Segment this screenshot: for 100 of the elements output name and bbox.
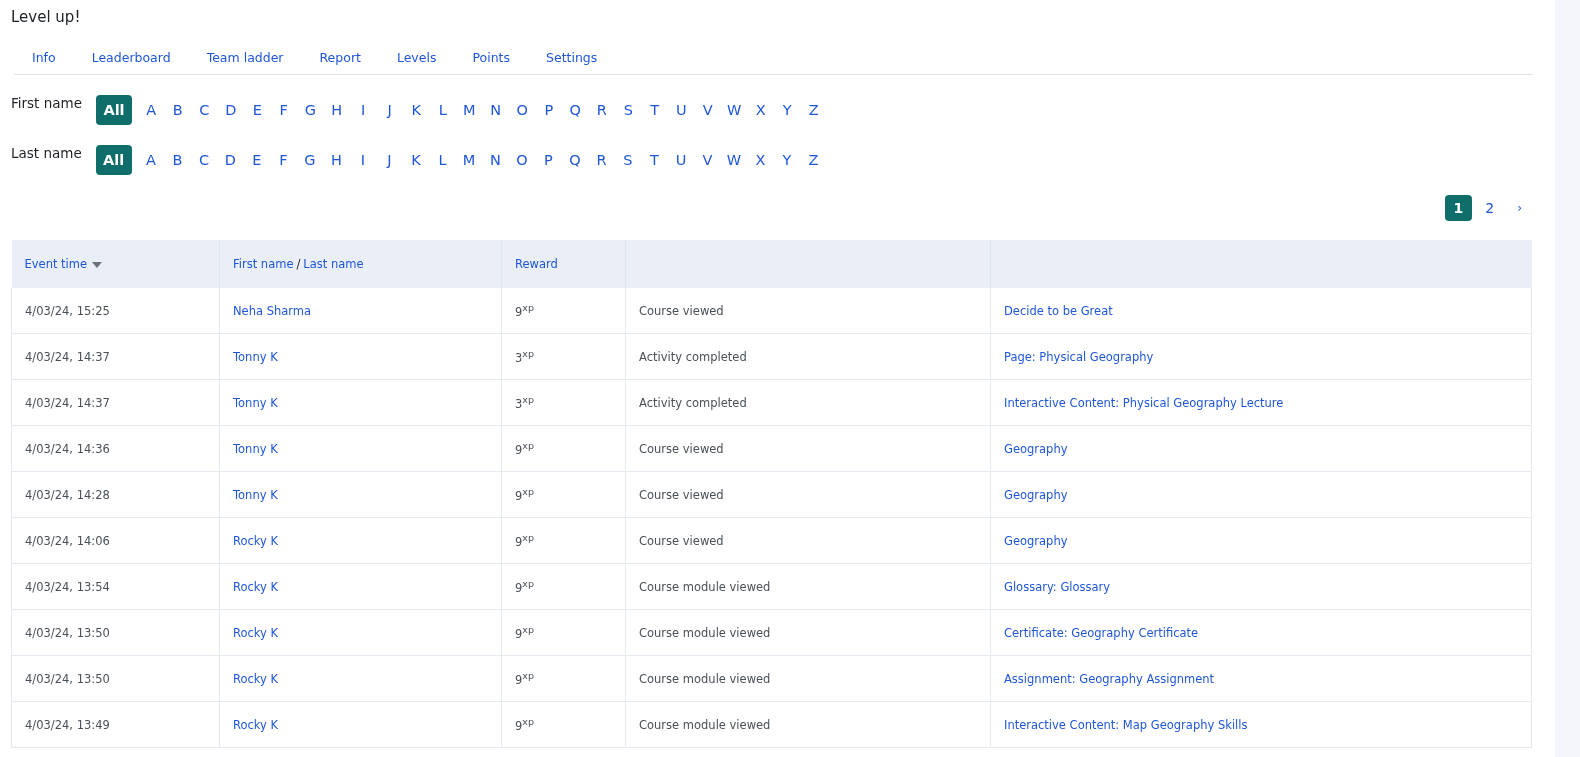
tab[interactable]: Points — [454, 42, 528, 74]
letter-filter[interactable]: S — [614, 152, 642, 168]
letter-filter[interactable]: P — [535, 102, 562, 118]
letter-filter[interactable]: V — [694, 152, 721, 168]
tab[interactable]: Team ladder — [188, 42, 302, 74]
letter-filter[interactable]: X — [747, 102, 774, 118]
context-link[interactable]: Certificate: Geography Certificate — [1004, 625, 1199, 640]
event-time-sort-link[interactable]: Event time — [24, 257, 88, 271]
letter-filter[interactable]: G — [296, 152, 324, 168]
letter-filter[interactable]: B — [164, 152, 191, 168]
next-page-link[interactable]: › — [1507, 197, 1532, 219]
letter-filter[interactable]: Z — [800, 102, 827, 118]
letter-filter[interactable]: Q — [562, 102, 589, 118]
letter-filter[interactable]: V — [694, 102, 721, 118]
letter-filter[interactable]: U — [667, 152, 695, 168]
letter-filter[interactable]: All — [95, 145, 132, 175]
letter-filter[interactable]: L — [429, 152, 456, 168]
letter-filter[interactable]: O — [508, 152, 536, 168]
context-link[interactable]: Geography — [1004, 441, 1068, 456]
letter-filter[interactable]: K — [402, 152, 430, 168]
reward-sort-link[interactable]: Reward — [515, 257, 558, 271]
header-separator: / — [296, 257, 301, 271]
user-link[interactable]: Rocky K — [233, 671, 279, 686]
letter-filter[interactable]: T — [641, 152, 668, 168]
letter-filter[interactable]: S — [615, 102, 642, 118]
letter-filter[interactable]: P — [535, 152, 562, 168]
table-cell: 9$^{xp}$ — [501, 609, 626, 656]
letter-filter[interactable]: J — [376, 152, 403, 168]
letter-filter[interactable]: All — [96, 95, 132, 125]
letter-filter[interactable]: E — [243, 152, 271, 168]
letter-filter[interactable]: M — [456, 102, 483, 118]
letter-filter[interactable]: A — [137, 152, 165, 168]
tab[interactable]: Settings — [528, 42, 616, 74]
tab[interactable]: Levels — [378, 42, 455, 74]
context-link[interactable]: Glossary: Glossary — [1004, 579, 1111, 594]
letter-filter[interactable]: H — [323, 152, 350, 168]
page-link[interactable]: 1 — [1444, 195, 1473, 221]
context-link[interactable]: Page: Physical Geography — [1004, 349, 1154, 364]
user-link[interactable]: Rocky K — [233, 579, 279, 594]
letter-filter[interactable]: G — [297, 102, 324, 118]
tab[interactable]: Info — [14, 42, 74, 74]
letter-filter[interactable]: U — [668, 102, 695, 118]
letter-filter[interactable]: N — [482, 152, 509, 168]
table-cell: 4/03/24, 14:28 — [11, 471, 220, 518]
letter-filter[interactable]: W — [720, 152, 748, 168]
filter-label: First name — [11, 95, 82, 111]
letter-filter[interactable]: Z — [800, 152, 827, 168]
letter-filter[interactable]: C — [191, 102, 218, 118]
table-cell: 4/03/24, 13:49 — [11, 701, 220, 748]
letter-filter[interactable]: M — [455, 152, 483, 168]
letter-filter[interactable]: J — [376, 102, 403, 118]
letter-filter[interactable]: R — [588, 102, 615, 118]
table-cell: Course viewed — [625, 425, 991, 472]
table-cell: 3$^{xp}$ — [501, 333, 626, 380]
letter-filter[interactable]: Q — [561, 152, 589, 168]
user-link[interactable]: Tonny K — [233, 395, 278, 410]
context-link[interactable]: Geography — [1004, 533, 1068, 548]
letter-filter[interactable]: L — [429, 102, 456, 118]
context-link[interactable]: Interactive Content: Physical Geography Lecture — [1004, 395, 1284, 410]
user-link[interactable]: Rocky K — [233, 717, 279, 732]
user-link[interactable]: Rocky K — [233, 533, 279, 548]
letter-filter[interactable]: N — [482, 102, 509, 118]
letter-filter[interactable]: T — [641, 102, 668, 118]
letter-filter[interactable]: F — [270, 152, 297, 168]
user-link[interactable]: Tonny K — [233, 441, 278, 456]
letter-filter[interactable]: O — [509, 102, 536, 118]
table-cell: Activity completed — [625, 379, 991, 426]
letter-filter[interactable]: I — [349, 152, 377, 168]
letter-filter[interactable]: H — [323, 102, 350, 118]
letter-filter[interactable]: R — [588, 152, 615, 168]
table-cell: 4/03/24, 13:50 — [11, 655, 220, 702]
letter-filter[interactable]: A — [138, 102, 165, 118]
context-link[interactable]: Assignment: Geography Assignment — [1004, 671, 1215, 686]
context-link[interactable]: Geography — [1004, 487, 1068, 502]
table-cell: 9$^{xp}$ — [501, 655, 626, 702]
letter-filter[interactable]: B — [164, 102, 191, 118]
letter-filter[interactable]: W — [721, 102, 748, 118]
letter-filter[interactable]: K — [403, 102, 430, 118]
letter-filter[interactable]: C — [190, 152, 218, 168]
page-link[interactable]: 2 — [1476, 195, 1504, 221]
context-link[interactable]: Interactive Content: Map Geography Skills — [1004, 717, 1248, 732]
letter-filter[interactable]: X — [747, 152, 774, 168]
user-link[interactable]: Tonny K — [233, 349, 278, 364]
letter-filter[interactable]: Y — [773, 152, 801, 168]
context-link[interactable]: Decide to be Great — [1004, 303, 1113, 318]
table-cell: 9$^{xp}$ — [501, 288, 626, 334]
user-link[interactable]: Neha Sharma — [233, 303, 312, 318]
tab[interactable]: Leaderboard — [73, 42, 189, 74]
letter-filter[interactable]: Y — [774, 102, 801, 118]
user-link[interactable]: Rocky K — [233, 625, 279, 640]
first-name-sort-link[interactable]: First name — [233, 257, 294, 271]
last-name-sort-link[interactable]: Last name — [303, 257, 364, 271]
letter-filter[interactable]: I — [350, 102, 377, 118]
letter-filter[interactable]: F — [270, 102, 297, 118]
sort-caret-icon[interactable] — [92, 261, 103, 268]
letter-filter[interactable]: D — [217, 152, 244, 168]
letter-filter[interactable]: D — [217, 102, 244, 118]
letter-filter[interactable]: E — [244, 102, 271, 118]
user-link[interactable]: Tonny K — [233, 487, 278, 502]
tab[interactable]: Report — [301, 42, 379, 74]
